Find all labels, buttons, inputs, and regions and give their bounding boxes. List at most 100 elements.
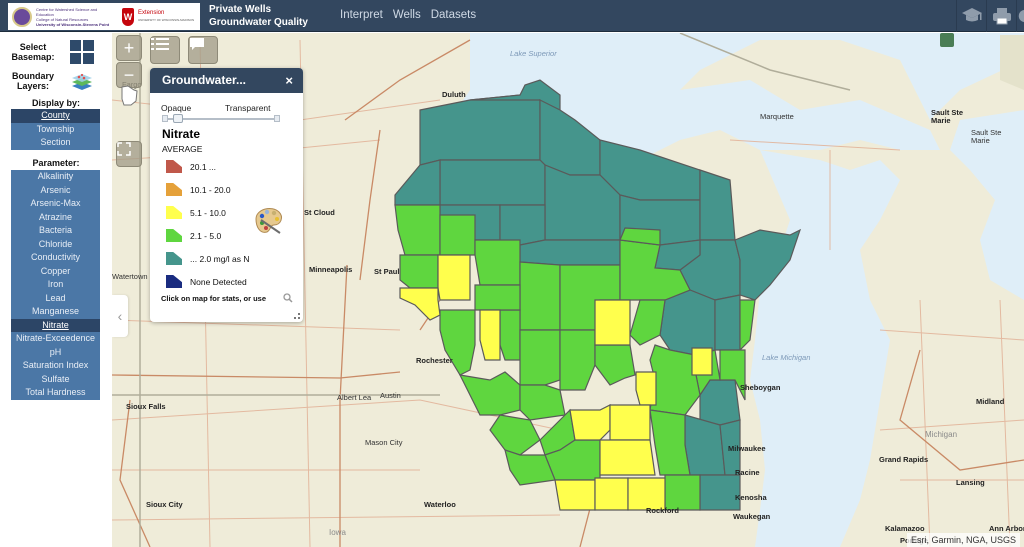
county-polygon[interactable] — [569, 404, 611, 441]
parameter-manganese[interactable]: Manganese — [11, 305, 100, 319]
county-polygon[interactable] — [519, 239, 621, 266]
county-polygon[interactable] — [394, 204, 441, 256]
parameter-sulfate[interactable]: Sulfate — [11, 373, 100, 387]
county-polygon[interactable] — [519, 329, 561, 386]
close-icon[interactable]: × — [285, 68, 293, 93]
county-polygon[interactable] — [419, 94, 541, 166]
display-by-township[interactable]: Township — [11, 123, 100, 137]
slider-track[interactable] — [168, 118, 274, 120]
parameter-saturation-index[interactable]: Saturation Index — [11, 359, 100, 373]
parameter-ph[interactable]: pH — [11, 346, 100, 360]
county-polygon[interactable] — [609, 404, 651, 441]
opacity-slider[interactable] — [162, 114, 280, 123]
county-polygon[interactable] — [659, 289, 716, 356]
county-polygon[interactable] — [699, 474, 741, 511]
zoom-in-button[interactable]: + — [116, 35, 142, 61]
county-polygon[interactable] — [489, 414, 541, 456]
parameter-alkalinity[interactable]: Alkalinity — [11, 170, 100, 184]
county-polygon[interactable] — [594, 477, 629, 511]
county-polygon[interactable] — [399, 287, 441, 321]
legend-class: None Detected — [166, 275, 247, 288]
layers-icon[interactable] — [70, 70, 94, 92]
county-polygon[interactable] — [714, 294, 741, 351]
boundary-label: Boundary Layers: — [0, 71, 66, 91]
county-polygon[interactable] — [599, 439, 656, 476]
legend-class-label: 20.1 ... — [190, 161, 216, 172]
county-polygon[interactable] — [439, 214, 476, 256]
county-polygon[interactable] — [554, 479, 596, 511]
county-polygon[interactable] — [499, 204, 546, 246]
comment-button[interactable] — [188, 36, 218, 64]
county-polygon[interactable] — [691, 347, 713, 376]
county-polygon[interactable] — [649, 409, 691, 476]
graduation-cap-icon[interactable] — [956, 0, 986, 32]
parameter-chloride[interactable]: Chloride — [11, 238, 100, 252]
county-polygon[interactable] — [699, 169, 736, 241]
legend-class: 5.1 - 10.0 — [166, 206, 226, 219]
county-polygon[interactable] — [439, 159, 546, 206]
legend-swatch — [166, 275, 182, 288]
parameter-nitrate[interactable]: Nitrate — [11, 318, 100, 332]
parameter-conductivity[interactable]: Conductivity — [11, 251, 100, 265]
parameter-iron[interactable]: Iron — [11, 278, 100, 292]
extension-title: Extension — [138, 9, 165, 16]
county-polygon[interactable] — [519, 261, 561, 331]
county-polygon[interactable] — [594, 344, 636, 386]
county-polygon[interactable] — [739, 299, 756, 352]
parameter-nitrate-exceedence[interactable]: Nitrate-Exceedence — [11, 332, 100, 346]
opacity-labels: Opaque Transparent — [161, 103, 291, 113]
legend-class-label: ... 2.0 mg/l as N — [190, 253, 250, 264]
nav-wells[interactable]: Wells — [393, 9, 421, 21]
county-polygon[interactable] — [594, 299, 631, 346]
legend-parameter: Nitrate — [162, 127, 201, 141]
more-icon[interactable] — [1016, 0, 1024, 32]
parameter-atrazine[interactable]: Atrazine — [11, 211, 100, 225]
county-polygon[interactable] — [394, 159, 441, 206]
slider-thumb[interactable] — [172, 114, 183, 123]
legend-swatch — [166, 183, 182, 196]
search-icon[interactable] — [283, 293, 293, 303]
fullscreen-button[interactable] — [116, 141, 142, 167]
parameter-arsenic-max[interactable]: Arsenic-Max — [11, 197, 100, 211]
county-polygon[interactable] — [474, 239, 521, 286]
display-by-county[interactable]: County — [11, 109, 100, 123]
nav-datasets[interactable]: Datasets — [431, 9, 476, 21]
county-polygon[interactable] — [519, 384, 566, 421]
legend-header[interactable]: Groundwater... × — [150, 68, 303, 93]
county-polygon[interactable] — [499, 309, 521, 361]
legend-toggle-button[interactable] — [150, 36, 180, 64]
speech-bubble-icon — [190, 38, 204, 50]
county-polygon[interactable] — [458, 371, 521, 416]
parameter-bacteria[interactable]: Bacteria — [11, 224, 100, 238]
county-polygon[interactable] — [437, 254, 471, 301]
parameter-copper[interactable]: Copper — [11, 265, 100, 279]
county-polygon[interactable] — [664, 474, 701, 511]
nav-interpret[interactable]: Interpret — [340, 9, 383, 21]
print-icon[interactable] — [986, 0, 1016, 32]
county-polygon[interactable] — [479, 309, 501, 361]
color-palette-icon[interactable] — [252, 205, 284, 235]
app-title-line-2: Groundwater Quality — [209, 17, 308, 28]
collapse-panel-button[interactable]: ‹ — [112, 295, 128, 337]
county-polygon[interactable] — [439, 309, 476, 376]
basemap-grid-icon[interactable] — [70, 40, 94, 64]
county-polygon[interactable] — [629, 299, 666, 346]
partner-logos[interactable]: Centre for Watershed Science and Educati… — [8, 3, 200, 30]
display-by-section[interactable]: Section — [11, 136, 100, 150]
header-tools — [956, 0, 1024, 32]
parameter-total-hardness[interactable]: Total Hardness — [11, 386, 100, 400]
county-polygon[interactable] — [635, 371, 657, 406]
label-sioux-city: Sioux City — [146, 500, 183, 509]
parameter-arsenic[interactable]: Arsenic — [11, 184, 100, 198]
wisconsin-home-icon[interactable] — [120, 85, 138, 107]
trans-canada-shield-icon — [940, 33, 954, 47]
county-polygon[interactable] — [474, 284, 521, 311]
resize-handle[interactable] — [294, 313, 300, 319]
boundary-label-line-2: Layers: — [16, 81, 50, 91]
county-polygon[interactable] — [559, 329, 596, 391]
county-polygon[interactable] — [399, 254, 439, 289]
parameter-lead[interactable]: Lead — [11, 292, 100, 306]
label-kenosha: Kenosha — [735, 493, 767, 502]
label-sheboygan: Sheboygan — [740, 383, 781, 392]
slider-increment-button[interactable] — [274, 115, 280, 122]
